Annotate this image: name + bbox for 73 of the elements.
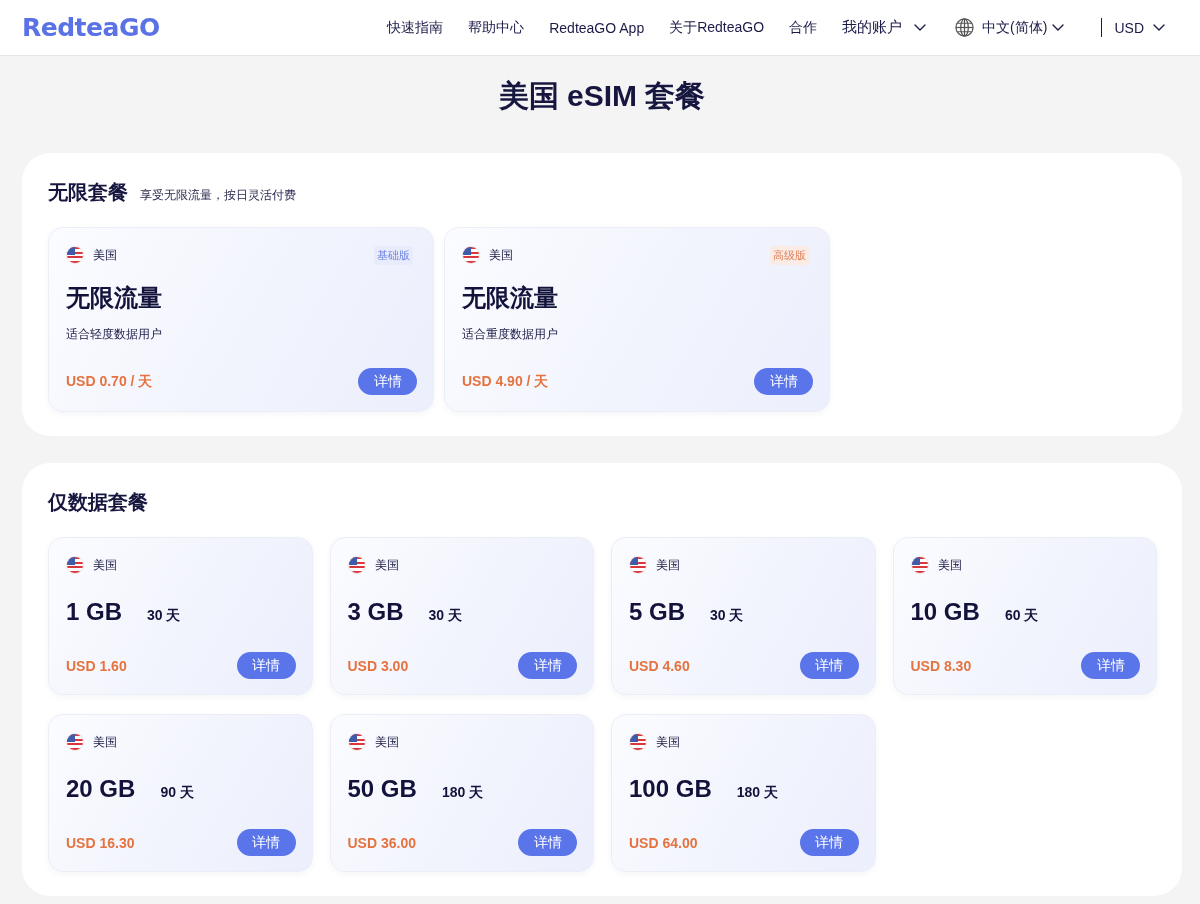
data-amount: 5 GB: [629, 597, 685, 626]
section-heading: 仅数据套餐: [48, 490, 148, 515]
chevron-down-icon: [1153, 24, 1165, 31]
details-button[interactable]: 详情: [518, 652, 577, 679]
nav-link[interactable]: 帮助中心: [468, 18, 525, 37]
chevron-down-icon: [1052, 24, 1065, 31]
flag-icon: [347, 733, 366, 751]
country-label: 美国: [374, 733, 399, 751]
plan-price: USD 4.90 / 天: [462, 372, 549, 391]
details-button[interactable]: 详情: [799, 652, 859, 679]
globe-icon: [955, 18, 975, 37]
account-menu[interactable]: 我的账户: [842, 18, 927, 37]
plan-price: USD 36.00: [347, 834, 416, 851]
plan-tier-badge: 高级版: [770, 245, 809, 265]
plan-title: 无限流量: [66, 283, 163, 312]
details-button[interactable]: 详情: [1081, 652, 1140, 679]
plan-price: USD 8.30: [910, 657, 972, 674]
data-amount: 1 GB: [66, 597, 122, 626]
chevron-down-icon: [914, 24, 927, 31]
country-label: 美国: [93, 733, 117, 751]
country-label: 美国: [937, 556, 962, 574]
page-title: 美国 eSIM 套餐: [497, 78, 707, 114]
country-label: 美国: [656, 556, 680, 574]
details-button[interactable]: 详情: [799, 829, 859, 856]
plan-duration: 90 天: [160, 784, 194, 802]
data-amount: 3 GB: [347, 597, 404, 626]
details-button[interactable]: 详情: [236, 829, 296, 856]
country-label: 美国: [93, 556, 117, 574]
plan-price: USD 16.30: [66, 834, 135, 851]
details-button[interactable]: 详情: [518, 829, 577, 856]
data-amount: 20 GB: [66, 774, 136, 803]
plan-description: 适合轻度数据用户: [66, 326, 163, 343]
data-amount: 100 GB: [629, 774, 712, 803]
plan-price: USD 1.60: [66, 657, 127, 674]
details-button[interactable]: 详情: [236, 652, 296, 679]
flag-icon: [66, 733, 84, 751]
section-subtitle: 享受无限流量，按日灵活付费: [140, 187, 296, 204]
plan-description: 适合重度数据用户: [462, 326, 559, 343]
flag-icon: [629, 733, 647, 751]
country-label: 美国: [93, 246, 117, 264]
plan-duration: 30 天: [710, 607, 744, 625]
logo[interactable]: RedteaGO: [22, 13, 160, 42]
plan-price: USD 3.00: [347, 657, 409, 674]
nav-link[interactable]: 合作: [789, 18, 818, 37]
plan-duration: 180 天: [736, 784, 778, 802]
plan-tier-badge: 基础版: [374, 245, 413, 265]
nav-link[interactable]: 快速指南: [387, 18, 444, 37]
flag-icon: [347, 556, 366, 574]
plan-title: 无限流量: [462, 283, 559, 312]
country-label: 美国: [374, 556, 399, 574]
details-button[interactable]: 详情: [754, 368, 813, 395]
plan-price: USD 64.00: [629, 834, 698, 851]
country-label: 美国: [656, 733, 680, 751]
plan-duration: 180 天: [441, 784, 484, 802]
plan-duration: 30 天: [147, 607, 181, 625]
nav-link[interactable]: 关于RedteaGO: [669, 18, 765, 37]
flag-icon: [629, 556, 647, 574]
plan-duration: 30 天: [428, 607, 462, 625]
country-label: 美国: [489, 246, 513, 264]
nav-link[interactable]: RedteaGO App: [549, 19, 645, 36]
data-amount: 10 GB: [910, 597, 980, 626]
data-amount: 50 GB: [347, 774, 417, 803]
flag-icon: [910, 556, 929, 574]
plan-duration: 60 天: [1004, 607, 1039, 625]
flag-icon: [462, 246, 480, 264]
currency-selector[interactable]: USD: [1114, 19, 1165, 36]
flag-icon: [66, 246, 84, 264]
plan-price: USD 4.60: [629, 657, 690, 674]
section-heading: 无限套餐: [48, 180, 128, 205]
details-button[interactable]: 详情: [358, 368, 417, 395]
flag-icon: [66, 556, 84, 574]
plan-price: USD 0.70 / 天: [66, 372, 153, 391]
language-selector[interactable]: 中文(简体): [955, 18, 1065, 37]
